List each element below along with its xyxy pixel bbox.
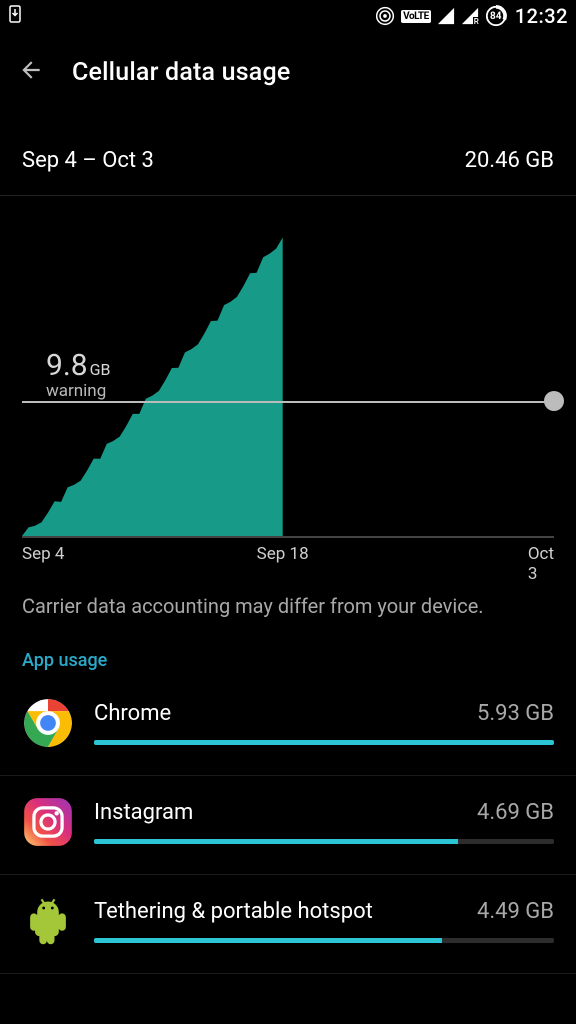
chart-x-axis: Sep 4Sep 18Oct 3 <box>22 544 554 568</box>
x-tick: Oct 3 <box>528 544 554 584</box>
app-usage-list: Chrome 5.93 GB Instagram 4.69 GB Tethering &… <box>0 677 576 974</box>
download-icon <box>8 5 22 28</box>
page-title: Cellular data usage <box>72 58 290 87</box>
instagram-icon <box>22 796 74 848</box>
billing-cycle-row[interactable]: Sep 4 – Oct 3 20.46 GB <box>0 130 576 195</box>
warning-threshold-line[interactable] <box>22 401 554 403</box>
carrier-disclaimer: Carrier data accounting may differ from … <box>0 578 576 640</box>
app-bar: Cellular data usage <box>0 32 576 112</box>
chrome-icon <box>22 697 74 749</box>
signal-icon-2: R <box>461 7 479 25</box>
signal-icon-1 <box>437 7 455 25</box>
app-size: 5.93 GB <box>477 701 554 726</box>
usage-bar <box>94 839 554 844</box>
status-bar: VoLTE R 84 12:32 <box>0 0 576 32</box>
usage-bar <box>94 938 554 943</box>
app-row[interactable]: Chrome 5.93 GB <box>0 677 576 755</box>
app-row[interactable]: Instagram 4.69 GB <box>0 776 576 854</box>
app-name: Instagram <box>94 800 193 825</box>
cycle-range: Sep 4 – Oct 3 <box>22 148 154 173</box>
hotspot-icon <box>375 6 395 26</box>
battery-icon: 84 <box>485 5 507 27</box>
app-size: 4.69 GB <box>477 800 554 825</box>
cycle-total: 20.46 GB <box>465 148 554 173</box>
warning-label: 9.8GB warning <box>46 348 111 401</box>
app-size: 4.49 GB <box>477 899 554 924</box>
app-name: Tethering & portable hotspot <box>94 899 373 924</box>
status-clock: 12:32 <box>515 4 568 28</box>
warning-drag-handle[interactable] <box>544 391 564 411</box>
usage-chart: 9.8GB warning Sep 4Sep 18Oct 3 <box>0 196 576 578</box>
back-icon[interactable] <box>18 57 44 87</box>
app-name: Chrome <box>94 701 171 726</box>
x-tick: Sep 18 <box>257 544 309 564</box>
x-tick: Sep 4 <box>22 544 64 564</box>
volte-badge: VoLTE <box>401 10 431 23</box>
app-row[interactable]: Tethering & portable hotspot 4.49 GB <box>0 875 576 953</box>
app-usage-heading: App usage <box>0 640 576 677</box>
usage-bar <box>94 740 554 745</box>
android-icon <box>22 895 74 947</box>
